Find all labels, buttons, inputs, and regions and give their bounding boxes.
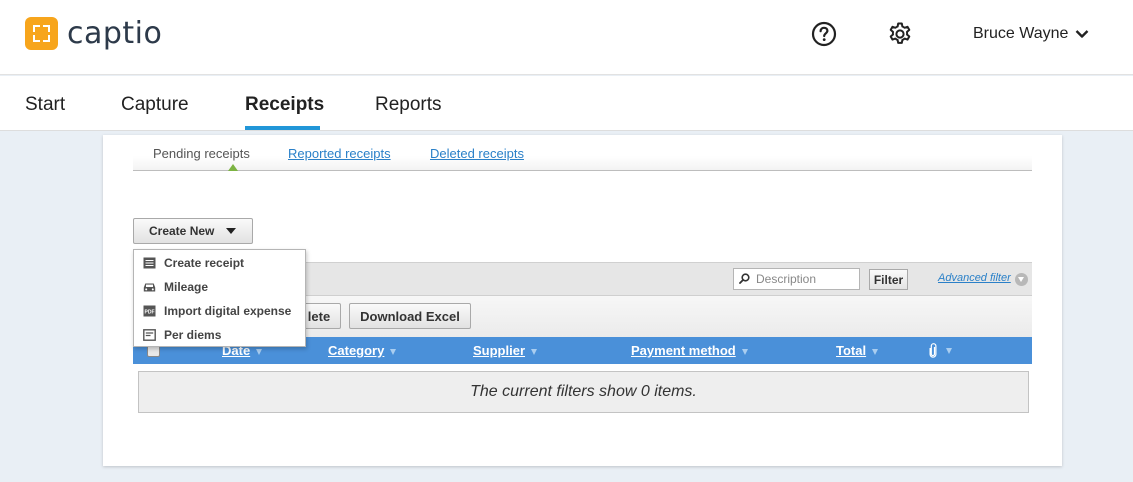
sort-arrow-icon xyxy=(390,348,397,355)
active-tab-indicator xyxy=(245,126,320,130)
create-new-label: Create New xyxy=(149,224,215,238)
description-search-input[interactable] xyxy=(733,268,860,290)
menu-item-label: Mileage xyxy=(164,280,209,294)
sort-arrow-icon xyxy=(256,348,263,355)
svg-text:PDF: PDF xyxy=(145,309,155,315)
empty-table-message: The current filters show 0 items. xyxy=(138,371,1029,413)
search-icon xyxy=(739,273,750,284)
menu-item-import-digital-expense[interactable]: PDF Import digital expense xyxy=(134,299,305,323)
subtab-deleted-receipts[interactable]: Deleted receipts xyxy=(430,146,524,161)
column-header-supplier[interactable]: Supplier xyxy=(473,343,538,358)
pdf-icon: PDF xyxy=(143,305,156,317)
sort-arrow-icon xyxy=(531,348,538,355)
current-subtab-marker xyxy=(228,164,238,171)
sort-arrow-icon xyxy=(946,348,952,354)
subtab-pending-receipts[interactable]: Pending receipts xyxy=(153,146,250,161)
column-header-payment-method[interactable]: Payment method xyxy=(631,343,748,358)
menu-item-label: Per diems xyxy=(164,328,222,342)
nav-capture[interactable]: Capture xyxy=(121,94,189,116)
question-circle-icon[interactable] xyxy=(811,21,837,47)
caret-down-icon xyxy=(226,228,237,234)
delete-button-label: lete xyxy=(307,308,331,324)
menu-item-label: Create receipt xyxy=(164,256,245,270)
subtab-reported-receipts[interactable]: Reported receipts xyxy=(288,146,391,161)
nav-receipts[interactable]: Receipts xyxy=(245,94,324,116)
filter-button[interactable]: Filter xyxy=(869,269,908,290)
menu-item-mileage[interactable]: Mileage xyxy=(134,275,305,299)
receipt-list-icon xyxy=(143,257,156,269)
column-header-total[interactable]: Total xyxy=(836,343,879,358)
menu-item-create-receipt[interactable]: Create receipt xyxy=(134,251,305,275)
expand-circle-icon[interactable] xyxy=(1015,273,1028,286)
main-nav: Start Capture Receipts Reports xyxy=(0,76,1133,131)
create-new-button[interactable]: Create New xyxy=(133,218,253,244)
chevron-down-icon xyxy=(1076,30,1089,38)
brand-name: captio xyxy=(67,16,163,51)
user-name: Bruce Wayne xyxy=(973,25,1069,42)
per-diem-card-icon xyxy=(143,329,156,341)
captio-logo-icon xyxy=(25,17,58,50)
advanced-filter-link[interactable]: Advanced filter xyxy=(938,272,1011,284)
create-new-menu: Create receipt Mileage PDF Import digita… xyxy=(133,249,306,347)
receipts-subnav: Pending receipts Reported receipts Delet… xyxy=(133,135,1032,171)
nav-reports[interactable]: Reports xyxy=(375,94,442,116)
gear-icon[interactable] xyxy=(887,21,913,47)
column-header-category[interactable]: Category xyxy=(328,343,397,358)
user-menu[interactable]: Bruce Wayne xyxy=(973,25,1089,43)
download-excel-button[interactable]: Download Excel xyxy=(349,303,471,329)
top-header: captio Bruce Wayne xyxy=(0,0,1133,75)
sort-arrow-icon xyxy=(741,348,748,355)
sort-arrow-icon xyxy=(872,348,879,355)
paperclip-icon[interactable] xyxy=(929,343,937,358)
menu-item-label: Import digital expense xyxy=(164,304,292,318)
car-icon xyxy=(143,283,156,292)
menu-item-per-diems[interactable]: Per diems xyxy=(134,323,305,347)
captio-logo[interactable]: captio xyxy=(25,17,162,50)
nav-start[interactable]: Start xyxy=(25,94,65,116)
